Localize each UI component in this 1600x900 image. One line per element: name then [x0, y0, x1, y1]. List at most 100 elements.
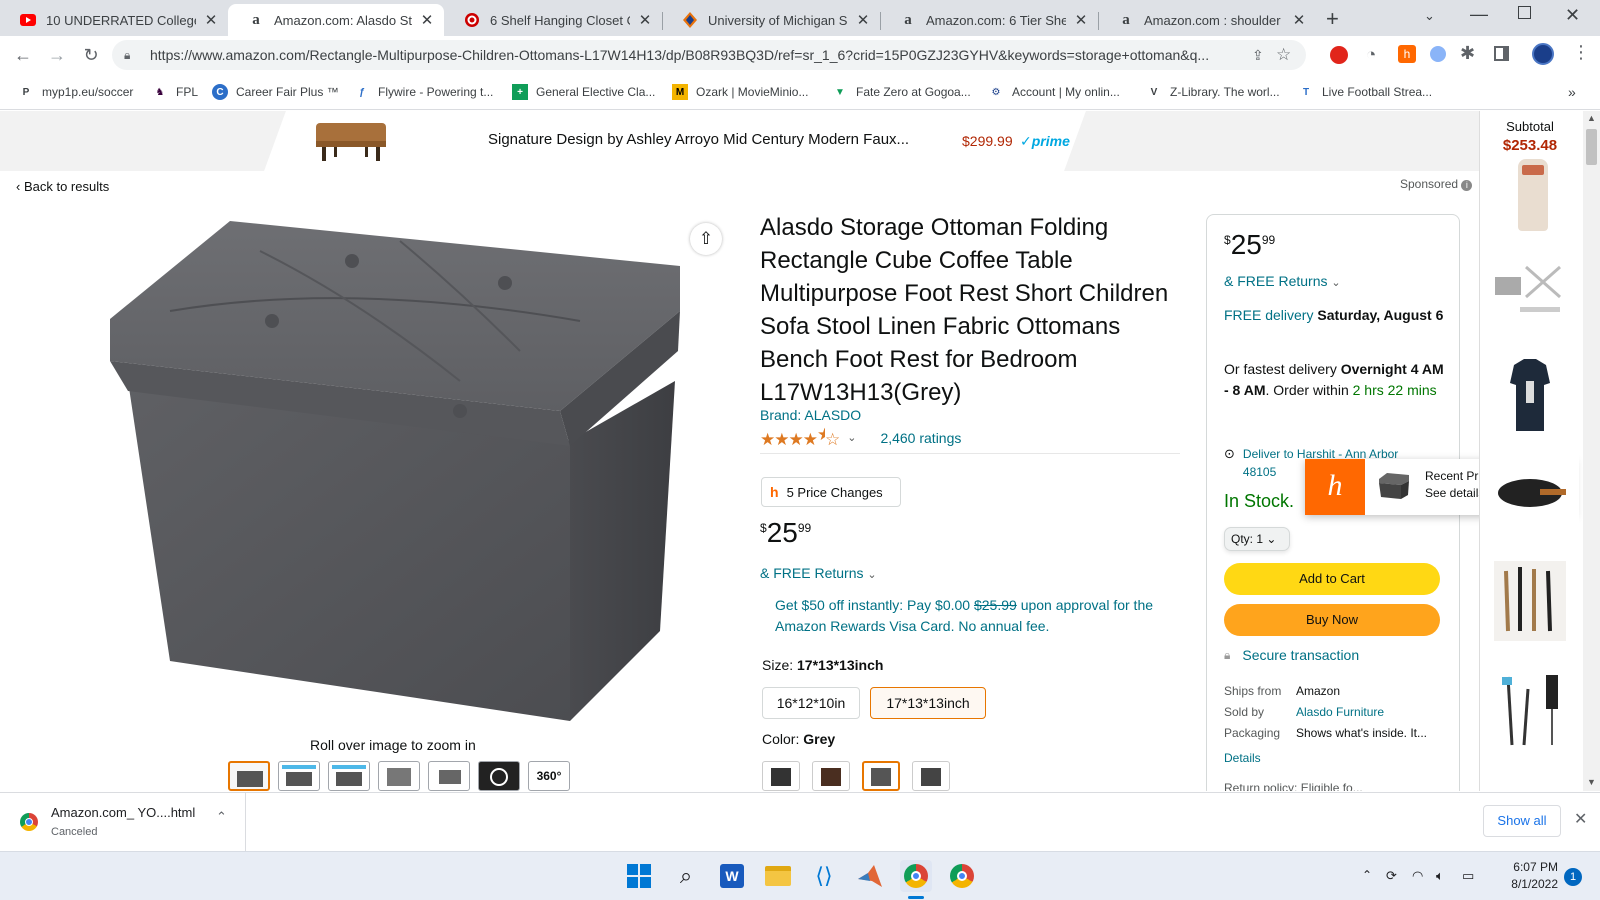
rewards-card-promo[interactable]: Get $50 off instantly: Pay $0.00 $25.99 …	[775, 595, 1175, 637]
share-icon[interactable]: ⇪	[1252, 47, 1276, 64]
new-tab-button[interactable]: +	[1326, 6, 1339, 32]
vscode-icon[interactable]: ⟨⟩	[808, 860, 840, 892]
return-policy[interactable]: Return policy: Eligible fo...	[1224, 781, 1363, 791]
tab-target[interactable]: 6 Shelf Hanging Closet Org ✕	[444, 4, 662, 36]
window-close-button[interactable]: ✕	[1565, 5, 1580, 26]
color-swatch-brown[interactable]	[812, 761, 850, 791]
close-icon[interactable]: ✕	[202, 11, 220, 29]
video-thumbnail[interactable]	[478, 761, 520, 791]
close-icon[interactable]: ✕	[636, 11, 654, 29]
thumbnail[interactable]	[328, 761, 370, 791]
close-icon[interactable]: ✕	[1574, 809, 1587, 829]
color-swatch-black[interactable]	[762, 761, 800, 791]
tab-youtube[interactable]: 10 UNDERRATED College It ✕	[0, 4, 228, 36]
bookmark-fate-zero[interactable]: ▼ Fate Zero at Gogoa...	[832, 82, 971, 102]
banner-title[interactable]: Signature Design by Ashley Arroyo Mid Ce…	[488, 131, 909, 148]
details-link[interactable]: Details	[1224, 751, 1261, 765]
address-bar[interactable]: 🔒︎ https://www.amazon.com/Rectangle-Mult…	[112, 40, 1306, 70]
buy-now-button[interactable]: Buy Now	[1224, 604, 1440, 636]
bookmark-flywire[interactable]: ƒ Flywire - Powering t...	[354, 82, 493, 102]
reload-button[interactable]: ↻	[76, 40, 106, 70]
close-icon[interactable]: ✕	[1072, 11, 1090, 29]
windows-start-icon[interactable]	[623, 860, 655, 892]
scroll-down-icon[interactable]: ▼	[1587, 777, 1596, 787]
cart-item-image[interactable]	[1506, 357, 1554, 437]
page-scrollbar[interactable]: ▲ ▼	[1583, 111, 1600, 791]
scrollbar-thumb[interactable]	[1586, 129, 1597, 165]
honey-extension-icon[interactable]: h	[1398, 45, 1416, 63]
wifi-icon[interactable]: ◠	[1412, 868, 1423, 884]
info-icon[interactable]: i	[1461, 180, 1473, 191]
share-icon[interactable]: ⇧	[690, 223, 722, 255]
thumbnail[interactable]	[278, 761, 320, 791]
cart-item-image[interactable]	[1494, 561, 1566, 641]
minimize-button[interactable]: —	[1470, 4, 1488, 25]
360-view-thumbnail[interactable]: 360°	[528, 761, 570, 791]
puzzle-icon[interactable]: ✱	[1460, 43, 1475, 64]
extension-red-icon[interactable]	[1330, 46, 1348, 64]
size-option-selected[interactable]: 17*13*13inch	[870, 687, 986, 719]
sponsored-banner[interactable]: Signature Design by Ashley Arroyo Mid Ce…	[0, 111, 1479, 171]
bookmark-ozark[interactable]: M Ozark | MovieMinio...	[672, 82, 808, 102]
back-to-results-link[interactable]: ‹ Back to results	[16, 179, 109, 194]
extension-blue-icon[interactable]	[1430, 46, 1446, 62]
buybox-free-returns[interactable]: & FREE Returns ⌄	[1224, 273, 1341, 289]
close-icon[interactable]: ✕	[854, 11, 872, 29]
bookmark-general-elective[interactable]: + General Elective Cla...	[512, 82, 655, 102]
honey-see-details[interactable]: See details	[1425, 486, 1484, 500]
brand-link[interactable]: Brand: ALASDO	[760, 407, 861, 423]
thumbnail[interactable]	[378, 761, 420, 791]
delivery-label[interactable]: FREE delivery	[1224, 307, 1317, 323]
avatar[interactable]	[1532, 43, 1554, 65]
show-all-button[interactable]: Show all	[1483, 805, 1561, 837]
free-returns[interactable]: & FREE Returns ⌄	[760, 565, 877, 581]
matlab-icon[interactable]	[854, 860, 886, 892]
file-explorer-icon[interactable]	[762, 860, 794, 892]
star-rating[interactable]: ★★★★★☆	[760, 425, 840, 450]
thumbnail[interactable]	[428, 761, 470, 791]
bookmarks-overflow-button[interactable]: »	[1568, 82, 1576, 102]
chrome-taskbar-icon[interactable]	[900, 860, 932, 892]
bookmark-live-football[interactable]: T Live Football Strea...	[1298, 82, 1432, 102]
search-icon[interactable]: ⌕	[670, 860, 702, 892]
word-icon[interactable]: W	[716, 860, 748, 892]
chrome-profile-icon[interactable]	[946, 860, 978, 892]
product-main-image[interactable]	[100, 211, 700, 731]
secure-transaction[interactable]: 🔒︎ Secure transaction	[1224, 647, 1359, 663]
cart-item-image[interactable]	[1494, 669, 1566, 751]
sync-icon[interactable]: ⟳	[1386, 868, 1397, 884]
bookmark-zlibrary[interactable]: V Z-Library. The worl...	[1146, 82, 1280, 102]
download-item[interactable]: Amazon.com_ YO....html Canceled ⌃	[0, 793, 246, 851]
menu-dots-icon[interactable]: ⋮	[1572, 42, 1590, 63]
cart-item-image[interactable]	[1490, 453, 1570, 523]
scroll-up-icon[interactable]: ▲	[1587, 113, 1596, 123]
battery-icon[interactable]: ▭	[1462, 868, 1474, 884]
clock[interactable]: 6:07 PM 8/1/2022	[1504, 859, 1558, 893]
bookmark-career-fair[interactable]: C Career Fair Plus ™	[212, 82, 339, 102]
tab-amazon-shoulder[interactable]: a Amazon.com : shoulder stra ✕	[1098, 4, 1316, 36]
volume-icon[interactable]: 🔈︎	[1436, 868, 1444, 884]
chevron-up-icon[interactable]: ⌃	[216, 809, 227, 825]
bookmark-star-icon[interactable]: ☆	[1276, 45, 1306, 65]
bookmark-soccer[interactable]: Pmyp1p.eu/soccer	[18, 82, 134, 102]
chevron-down-icon[interactable]: ⌄	[847, 431, 856, 444]
thumbnail[interactable]	[228, 761, 270, 791]
sold-by-link[interactable]: Alasdo Furniture	[1296, 702, 1446, 723]
tab-umich[interactable]: University of Michigan Silic ✕	[662, 4, 880, 36]
tab-amazon-6tier[interactable]: a Amazon.com: 6 Tier Shelf H ✕	[880, 4, 1098, 36]
forward-button[interactable]: →	[42, 40, 72, 70]
size-option[interactable]: 16*12*10in	[762, 687, 860, 719]
cart-item-image[interactable]	[1518, 159, 1548, 231]
color-swatch-grey-selected[interactable]	[862, 761, 900, 791]
chevron-up-icon[interactable]: ⌃	[1362, 868, 1372, 882]
add-to-cart-button[interactable]: Add to Cart	[1224, 563, 1440, 595]
restore-button[interactable]	[1518, 6, 1531, 19]
cart-item-image[interactable]	[1490, 257, 1570, 333]
side-panel-icon[interactable]	[1494, 46, 1509, 61]
extension-speed-icon[interactable]: ◔	[1366, 45, 1376, 65]
quantity-select[interactable]: Qty: 1 ⌄	[1224, 527, 1290, 551]
back-button[interactable]: ←	[8, 40, 38, 70]
close-icon[interactable]: ✕	[1290, 11, 1308, 29]
notification-badge[interactable]: 1	[1564, 868, 1582, 886]
bookmark-account[interactable]: ⚙ Account | My onlin...	[988, 82, 1120, 102]
